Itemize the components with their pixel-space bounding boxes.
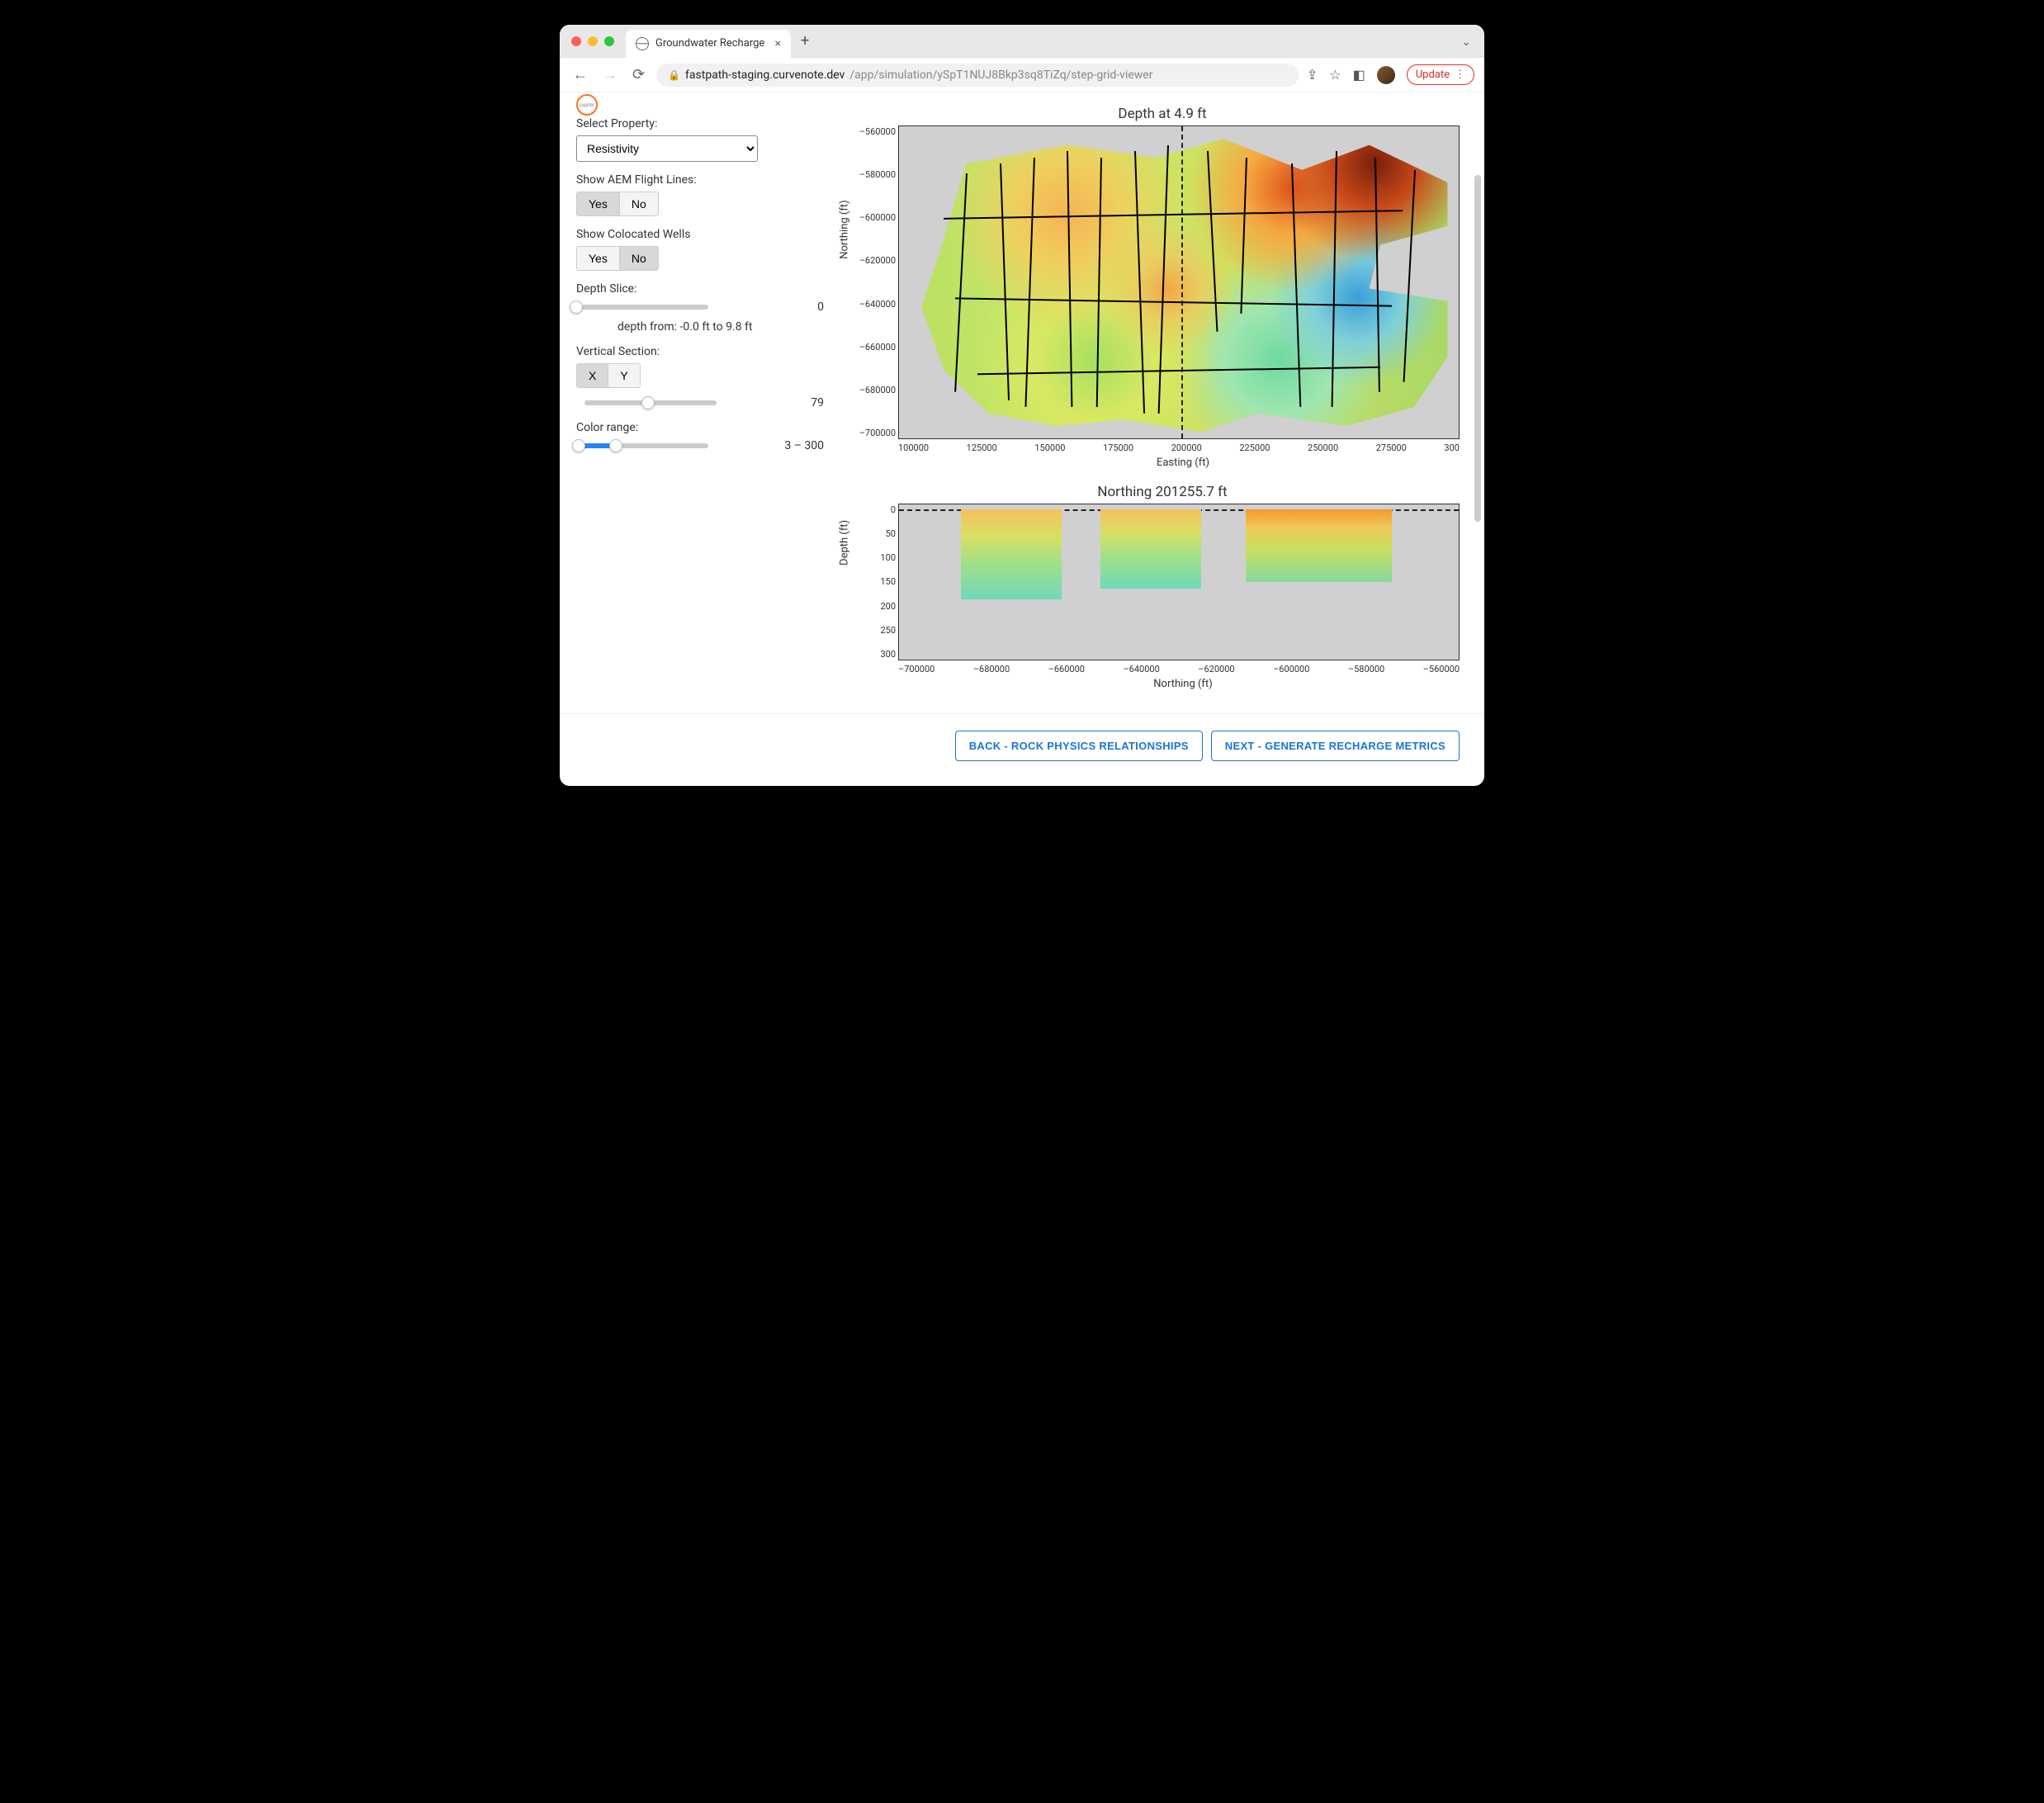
footer-nav: BACK - ROCK PHYSICS RELATIONSHIPS NEXT -… — [560, 713, 1484, 786]
top-chart-xticks: 100000 125000 150000 175000 200000 22500… — [898, 442, 1460, 453]
browser-tab[interactable]: Groundwater Recharge × — [626, 30, 791, 58]
top-chart-container: Depth at 4.9 ft Northing (ft) –560000 –5… — [857, 106, 1468, 469]
toolbar-icons: ⇪ ☆ ◧ Update ⋮ — [1307, 64, 1474, 85]
bottom-chart-xticks: –700000 –680000 –660000 –640000 –620000 … — [898, 664, 1460, 674]
depth-slice-value: 0 — [817, 300, 840, 314]
new-tab-button[interactable]: + — [791, 32, 819, 50]
chevron-down-icon[interactable]: ⌄ — [1461, 35, 1471, 49]
maximize-window-button[interactable] — [604, 36, 614, 46]
top-chart-ylabel: Northing (ft) — [839, 200, 851, 258]
minimize-window-button[interactable] — [588, 36, 598, 46]
reload-button[interactable]: ⟳ — [629, 63, 648, 87]
color-range-slider[interactable] — [576, 443, 708, 448]
close-tab-button[interactable]: × — [775, 37, 781, 50]
titlebar-right: ⌄ — [1461, 33, 1484, 49]
top-chart-yticks: –560000 –580000 –600000 –620000 –640000 … — [858, 126, 896, 438]
vs-y-button[interactable]: Y — [608, 363, 640, 388]
depth-slice-slider-row: 0 — [576, 300, 840, 314]
colocated-yes-button[interactable]: Yes — [576, 246, 619, 271]
vertical-section-group: Vertical Section: X Y 79 — [576, 345, 840, 409]
more-icon: ⋮ — [1455, 69, 1465, 81]
top-chart-title: Depth at 4.9 ft — [857, 106, 1468, 122]
aem-yes-button[interactable]: Yes — [576, 192, 619, 216]
colocated-no-button[interactable]: No — [619, 246, 659, 271]
address-bar[interactable]: 🔒 fastpath-staging.curvenote.dev/app/sim… — [656, 64, 1299, 87]
top-chart[interactable]: Northing (ft) –560000 –580000 –600000 –6… — [898, 125, 1460, 439]
avatar[interactable] — [1377, 66, 1395, 84]
back-button[interactable]: ← — [570, 63, 591, 87]
depth-slice-group: Depth Slice: 0 depth from: -0.0 ft to 9.… — [576, 282, 840, 334]
url-path: /app/simulation/ySpT1NUJ8Bkp3sq8TiZq/ste… — [849, 69, 1152, 82]
update-label: Update — [1416, 69, 1450, 81]
vertical-section-toggle: X Y — [576, 363, 641, 388]
colocated-label: Show Colocated Wells — [576, 228, 840, 241]
jupyter-icon: jupyter — [576, 94, 598, 116]
color-range-group: Color range: 3 – 300 — [576, 421, 840, 452]
aem-group: Show AEM Flight Lines: Yes No — [576, 173, 840, 216]
panel-icon[interactable]: ◧ — [1353, 67, 1365, 83]
colocated-toggle: Yes No — [576, 246, 659, 271]
globe-icon — [636, 37, 649, 50]
charts-area: Depth at 4.9 ft Northing (ft) –560000 –5… — [857, 101, 1468, 690]
aem-toggle: Yes No — [576, 192, 659, 216]
back-step-button[interactable]: BACK - ROCK PHYSICS RELATIONSHIPS — [955, 731, 1203, 761]
bottom-chart-title: Northing 201255.7 ft — [857, 484, 1468, 500]
addressbar-row: ← → ⟳ 🔒 fastpath-staging.curvenote.dev/a… — [560, 58, 1484, 92]
scrollbar[interactable] — [1474, 175, 1481, 522]
next-step-button[interactable]: NEXT - GENERATE RECHARGE METRICS — [1211, 731, 1460, 761]
depth-slice-slider[interactable] — [576, 305, 708, 310]
bottom-chart-yticks: 0 50 100 150 200 250 300 — [858, 504, 896, 660]
tab-title: Groundwater Recharge — [655, 37, 764, 50]
aem-no-button[interactable]: No — [619, 192, 659, 216]
vs-value: 79 — [811, 396, 840, 409]
bottom-chart-xlabel: Northing (ft) — [898, 678, 1468, 690]
titlebar: Groundwater Recharge × + ⌄ — [560, 25, 1484, 58]
vertical-section-label: Vertical Section: — [576, 345, 840, 358]
browser-window: Groundwater Recharge × + ⌄ ← → ⟳ 🔒 fastp… — [560, 25, 1484, 786]
flight-lines — [899, 126, 1459, 438]
depth-range-note: depth from: -0.0 ft to 9.8 ft — [576, 314, 840, 334]
vs-slider[interactable] — [584, 400, 717, 405]
vs-slider-row: 79 — [576, 396, 840, 409]
forward-button[interactable]: → — [599, 63, 621, 87]
share-icon[interactable]: ⇪ — [1307, 67, 1318, 83]
color-range-label: Color range: — [576, 421, 840, 434]
select-property-dropdown[interactable]: Resistivity — [576, 135, 758, 162]
bottom-chart[interactable]: Depth (ft) 0 50 100 150 200 250 300 — [898, 504, 1460, 660]
bottom-heatmap-bg — [899, 504, 1459, 660]
color-range-slider-row: 3 – 300 — [576, 439, 840, 452]
vs-x-button[interactable]: X — [576, 363, 608, 388]
depth-slice-label: Depth Slice: — [576, 282, 840, 296]
close-window-button[interactable] — [571, 36, 581, 46]
bottom-chart-container: Northing 201255.7 ft Depth (ft) 0 50 100… — [857, 484, 1468, 690]
bottom-chart-ylabel: Depth (ft) — [839, 520, 851, 566]
star-icon[interactable]: ☆ — [1329, 67, 1341, 83]
url-domain: fastpath-staging.curvenote.dev — [685, 69, 845, 82]
traffic-lights — [560, 36, 626, 46]
color-range-value: 3 – 300 — [784, 439, 840, 452]
select-property-label: Select Property: — [576, 117, 840, 130]
colocated-group: Show Colocated Wells Yes No — [576, 228, 840, 271]
aem-label: Show AEM Flight Lines: — [576, 173, 840, 187]
controls-sidebar: Select Property: Resistivity Show AEM Fl… — [576, 101, 840, 690]
update-button[interactable]: Update ⋮ — [1407, 64, 1474, 85]
select-property-group: Select Property: Resistivity — [576, 117, 840, 162]
content: jupyter Select Property: Resistivity Sho… — [560, 92, 1484, 707]
lock-icon: 🔒 — [668, 69, 680, 81]
top-chart-xlabel: Easting (ft) — [898, 457, 1468, 469]
